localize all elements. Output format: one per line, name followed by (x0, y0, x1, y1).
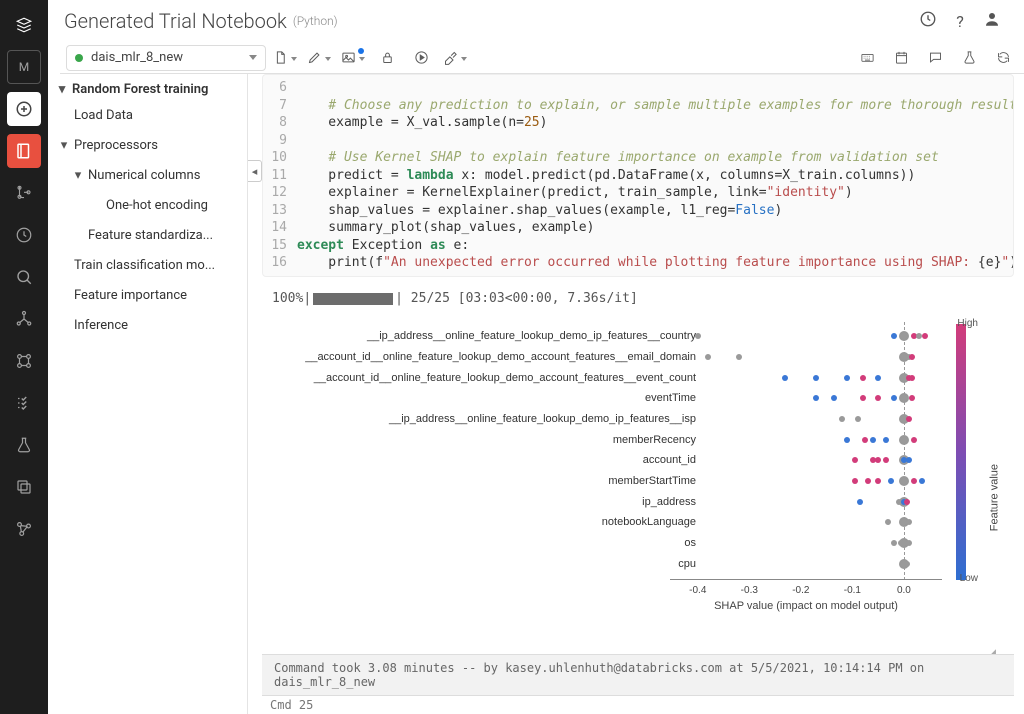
progress-pct: 100% (272, 291, 303, 306)
collapse-sidebar-handle[interactable]: ◂ (248, 160, 262, 182)
file-icon[interactable] (270, 45, 300, 71)
main-content: 6 7 # Choose any prediction to explain, … (262, 74, 1014, 714)
rail-workflows-icon[interactable] (7, 344, 41, 378)
edit-icon[interactable] (304, 45, 334, 71)
exec-info: Command took 3.08 minutes -- by kasey.uh… (274, 661, 924, 689)
outline-feature-std[interactable]: Feature standardiza... (48, 221, 247, 251)
rail-add-icon[interactable] (7, 92, 41, 126)
progress-output: 100% | | 25/25 [03:03<00:00, 7.36s/it] (262, 277, 1014, 308)
keyboard-icon[interactable] (852, 45, 882, 71)
shap-summary-plot: High Low Feature value SHAP value (impac… (270, 314, 1006, 614)
progress-text: | (303, 291, 311, 306)
image-icon[interactable] (338, 45, 368, 71)
outline-inference[interactable]: Inference (48, 311, 247, 341)
left-rail: M (0, 0, 48, 714)
rail-experiments-icon[interactable] (7, 428, 41, 462)
revision-icon[interactable] (988, 45, 1018, 71)
outline-preprocessors[interactable]: ▾Preprocessors (48, 131, 247, 161)
cell-execution-footer: Command took 3.08 minutes -- by kasey.uh… (262, 654, 1014, 696)
progress-details: | 25/25 [03:03<00:00, 7.36s/it] (395, 291, 638, 306)
rail-tasks-icon[interactable] (7, 386, 41, 420)
page-language: (Python) (293, 14, 338, 28)
cluster-selector[interactable]: dais_mlr_8_new (66, 45, 266, 71)
notebook-toolbar: dais_mlr_8_new (60, 42, 1024, 74)
cluster-name: dais_mlr_8_new (91, 50, 183, 65)
rail-search-icon[interactable] (7, 260, 41, 294)
comments-icon[interactable] (920, 45, 950, 71)
rail-recents-icon[interactable] (7, 218, 41, 252)
clear-icon[interactable] (440, 45, 470, 71)
outline-train[interactable]: Train classification mo... (48, 251, 247, 281)
cmd-hint: Cmd 25 (270, 696, 1014, 714)
rail-m-icon[interactable]: M (7, 50, 41, 84)
outline-load-data[interactable]: Load Data (48, 101, 247, 131)
colorbar-low: Low (960, 573, 978, 584)
rail-data-icon[interactable] (7, 302, 41, 336)
logo-icon[interactable] (7, 8, 41, 42)
colorbar (956, 324, 966, 580)
outline-root[interactable]: ▾Random Forest training (48, 78, 247, 101)
cluster-status-dot (75, 54, 83, 62)
rail-repos-icon[interactable] (7, 176, 41, 210)
outline-sidebar: ▾Random Forest training Load Data ▾Prepr… (48, 74, 248, 714)
help-icon[interactable]: ? (944, 12, 976, 31)
title-bar: Generated Trial Notebook (Python) ? (48, 0, 1024, 42)
rail-cluster-icon[interactable] (7, 512, 41, 546)
outline-onehot[interactable]: One-hot encoding (48, 191, 247, 221)
code-cell[interactable]: 6 7 # Choose any prediction to explain, … (262, 74, 1014, 277)
x-axis-label: SHAP value (impact on model output) (670, 600, 942, 612)
progress-bar-icon (313, 293, 393, 305)
outline-numerical[interactable]: ▾Numerical columns (48, 161, 247, 191)
lock-icon[interactable] (372, 45, 402, 71)
user-icon[interactable] (976, 10, 1008, 32)
rail-notebook-icon[interactable] (7, 134, 41, 168)
page-title: Generated Trial Notebook (64, 9, 287, 33)
rail-clone-icon[interactable] (7, 470, 41, 504)
run-icon[interactable] (406, 45, 436, 71)
experiment-icon[interactable] (954, 45, 984, 71)
colorbar-label: Feature value (988, 464, 1000, 531)
outline-fi[interactable]: Feature importance (48, 281, 247, 311)
schedule-icon[interactable] (912, 10, 944, 32)
calendar-icon[interactable] (886, 45, 916, 71)
colorbar-high: High (957, 318, 978, 329)
